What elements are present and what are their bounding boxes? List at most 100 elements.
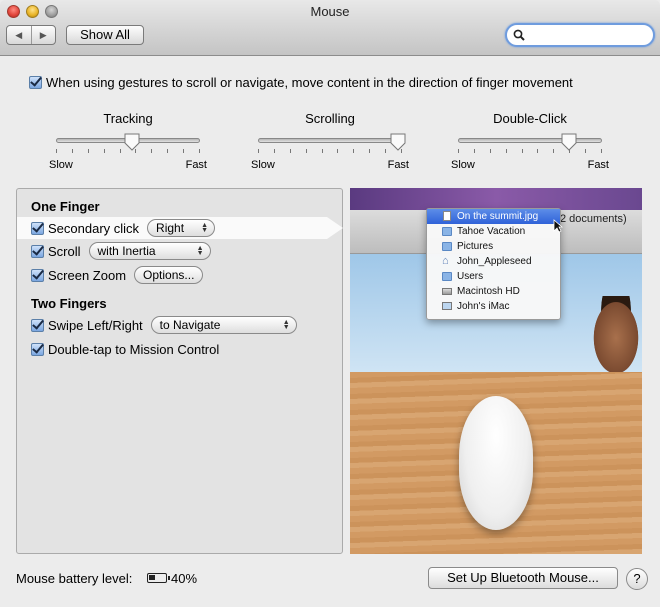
scroll-option[interactable]: Scroll with Inertia ▲ ▼ <box>31 241 211 261</box>
slider-tick-mark <box>151 149 152 153</box>
screen-zoom-options-button[interactable]: Options... <box>134 266 204 284</box>
menu-item-label: John_Appleseed <box>457 256 532 267</box>
scrolling-fast-label: Fast <box>387 159 409 171</box>
tracking-slow-label: Slow <box>49 159 73 171</box>
double-click-slider-thumb[interactable] <box>561 133 577 151</box>
secondary-click-popup[interactable]: Right ▲ ▼ <box>147 219 216 237</box>
menu-item-on-the-summit: On the summit.jpg <box>427 209 560 224</box>
menu-item-johns-imac: John's iMac <box>427 299 560 314</box>
secondary-click-label: Secondary click <box>48 220 140 236</box>
folder-icon <box>442 272 452 281</box>
scroll-label: Scroll <box>48 243 81 259</box>
slider-tick-mark <box>199 149 200 153</box>
slider-tick-mark <box>274 149 275 153</box>
scrolling-slider-title: Scrolling <box>305 111 355 126</box>
slider-tick-mark <box>522 149 523 153</box>
preview-documents-count: 2 documents) <box>560 213 627 225</box>
slider-tick-mark <box>337 149 338 153</box>
tracking-fast-label: Fast <box>185 159 207 171</box>
document-icon <box>443 211 451 221</box>
menu-item-label: On the summit.jpg <box>457 211 539 222</box>
slider-tick-mark <box>474 149 475 153</box>
popup-arrows-icon: ▲ ▼ <box>201 222 209 234</box>
slider-tick-mark <box>537 149 538 153</box>
tracking-slider-thumb[interactable] <box>124 133 140 151</box>
home-icon: ⌂ <box>442 255 449 267</box>
scrolling-slider-thumb[interactable] <box>390 133 406 151</box>
tracking-slider-title: Tracking <box>103 111 153 126</box>
folder-icon <box>442 242 452 251</box>
window-title: Mouse <box>310 4 350 19</box>
preview-desktop-strip <box>350 188 642 210</box>
screen-zoom-checkbox[interactable] <box>31 268 44 282</box>
show-all-button[interactable]: Show All <box>66 25 144 45</box>
menu-item-label: Pictures <box>457 241 494 252</box>
title-bar: Mouse ◀ ▶ Show All <box>0 0 660 56</box>
slider-tick-mark <box>167 149 168 153</box>
swipe-option[interactable]: Swipe Left/Right to Navigate ▲ ▼ <box>31 315 297 335</box>
slider-tick-mark <box>72 149 73 153</box>
natural-scroll-label: When using gestures to scroll or navigat… <box>46 75 573 90</box>
search-icon <box>513 29 525 41</box>
menu-item-label: Macintosh HD <box>457 286 520 297</box>
menu-item-label: John's iMac <box>457 301 510 312</box>
scrolling-slow-label: Slow <box>251 159 275 171</box>
double-tap-checkbox[interactable] <box>31 342 44 356</box>
scroll-value: with Inertia <box>97 244 156 258</box>
two-fingers-heading: Two Fingers <box>31 296 107 311</box>
secondary-click-checkbox[interactable] <box>31 221 44 235</box>
scroll-checkbox[interactable] <box>31 244 44 258</box>
search-field-container[interactable] <box>505 23 655 47</box>
double-click-slow-label: Slow <box>451 159 475 171</box>
menu-item-john-appleseed: ⌂ John_Appleseed <box>427 254 560 269</box>
slider-tick-mark <box>353 149 354 153</box>
back-button[interactable]: ◀ <box>7 26 31 44</box>
magic-mouse-illustration <box>459 396 533 530</box>
natural-scroll-option[interactable]: When using gestures to scroll or navigat… <box>29 75 573 90</box>
popup-arrows-icon: ▲ ▼ <box>196 245 204 257</box>
secondary-click-option[interactable]: Secondary click Right ▲ ▼ <box>31 218 216 238</box>
slider-tick-mark <box>104 149 105 153</box>
slider-tick-mark <box>585 149 586 153</box>
battery-fill <box>149 575 155 580</box>
double-click-slider-track[interactable] <box>458 138 602 143</box>
screen-zoom-option[interactable]: Screen Zoom Options... <box>31 265 204 285</box>
slider-tick-mark <box>56 149 57 153</box>
scroll-popup[interactable]: with Inertia ▲ ▼ <box>88 242 211 260</box>
gesture-options-panel: One Finger Secondary click Right ▲ ▼ Scro… <box>16 188 343 554</box>
slider-tick-mark <box>322 149 323 153</box>
slider-tick-mark <box>385 149 386 153</box>
pointer-cursor-icon <box>553 219 563 233</box>
slider-tick-mark <box>306 149 307 153</box>
natural-scroll-checkbox[interactable] <box>29 76 42 89</box>
gesture-preview: 2 documents) On the summit.jpg Tahoe Vac… <box>350 188 642 554</box>
battery-level-label: Mouse battery level: <box>16 571 133 586</box>
apple-logo-icon <box>490 504 502 516</box>
swipe-value: to Navigate <box>159 318 221 332</box>
double-click-slider-ticks <box>458 149 602 153</box>
double-tap-label: Double-tap to Mission Control <box>48 341 220 357</box>
slider-tick-mark <box>183 149 184 153</box>
help-button[interactable]: ? <box>626 568 648 590</box>
double-click-slider-group: Double-Click Slow Fast <box>451 111 609 173</box>
swipe-label: Swipe Left/Right <box>48 317 143 333</box>
double-click-fast-label: Fast <box>587 159 609 171</box>
slider-tick-mark <box>88 149 89 153</box>
double-tap-option[interactable]: Double-tap to Mission Control <box>31 339 219 359</box>
search-input[interactable] <box>529 27 647 43</box>
swipe-checkbox[interactable] <box>31 318 44 332</box>
secondary-click-value: Right <box>156 221 185 235</box>
menu-item-tahoe-vacation: Tahoe Vacation <box>427 224 560 239</box>
menu-item-label: Tahoe Vacation <box>457 226 526 237</box>
setup-bluetooth-mouse-button[interactable]: Set Up Bluetooth Mouse... <box>428 567 618 589</box>
menu-item-label: Users <box>457 271 484 282</box>
scrolling-slider-track[interactable] <box>258 138 402 143</box>
menu-item-pictures: Pictures <box>427 239 560 254</box>
preview-context-menu: On the summit.jpg Tahoe Vacation Picture… <box>426 208 561 320</box>
swipe-popup[interactable]: to Navigate ▲ ▼ <box>150 316 297 334</box>
slider-tick-mark <box>258 149 259 153</box>
screen-zoom-label: Screen Zoom <box>48 267 127 283</box>
forward-button[interactable]: ▶ <box>30 26 56 44</box>
back-forward-control: ◀ ▶ <box>6 25 56 45</box>
slider-tick-mark <box>506 149 507 153</box>
